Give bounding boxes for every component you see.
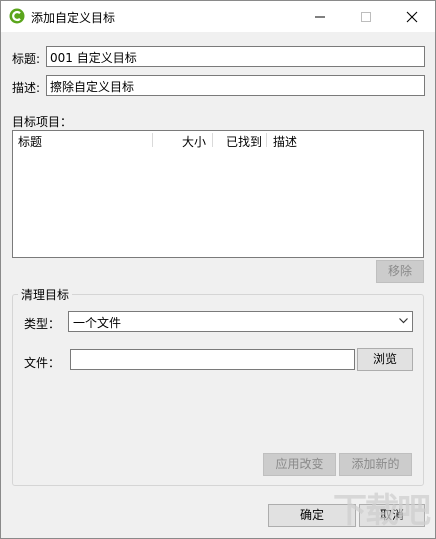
column-divider — [212, 133, 213, 147]
maximize-button[interactable] — [343, 1, 389, 32]
add-new-button[interactable]: 添加新的 — [339, 453, 412, 476]
column-divider — [266, 133, 267, 147]
remove-button[interactable]: 移除 — [376, 260, 424, 283]
clean-target-group-title: 清理目标 — [18, 286, 73, 303]
type-label: 类型： — [24, 317, 61, 331]
watermark: 下载吧 — [333, 491, 431, 531]
browse-button[interactable]: 浏览 — [357, 348, 413, 371]
title-label: 标题: — [12, 52, 41, 66]
column-divider — [152, 133, 153, 147]
minimize-icon — [315, 16, 325, 18]
type-select[interactable]: 一个文件 — [68, 311, 413, 332]
column-header-description[interactable]: 描述 — [273, 133, 297, 150]
description-input[interactable]: 擦除自定义目标 — [46, 75, 425, 96]
apply-changes-button[interactable]: 应用改变 — [263, 453, 336, 476]
maximize-icon — [361, 12, 371, 22]
target-items-label: 目标项目： — [12, 115, 73, 129]
column-header-size[interactable]: 大小 — [182, 133, 206, 150]
dialog-window: 添加自定义目标 标题: 001 自定义目标 描述: 擦除自定义目标 目标项目： … — [0, 0, 436, 539]
minimize-button[interactable] — [297, 1, 343, 32]
type-select-value: 一个文件 — [73, 316, 122, 330]
column-header-title[interactable]: 标题 — [18, 133, 42, 150]
column-header-found[interactable]: 已找到 — [226, 133, 262, 150]
chevron-down-icon — [399, 318, 408, 324]
title-input[interactable]: 001 自定义目标 — [46, 46, 425, 67]
title-bar: 添加自定义目标 — [1, 1, 435, 32]
close-button[interactable] — [389, 1, 435, 32]
file-input[interactable] — [70, 349, 355, 370]
app-logo-icon — [9, 8, 25, 24]
window-title: 添加自定义目标 — [31, 11, 116, 25]
description-label: 描述: — [12, 81, 41, 95]
target-items-list[interactable]: 标题 大小 已找到 描述 — [12, 130, 424, 258]
file-label: 文件： — [24, 356, 61, 370]
close-icon — [406, 11, 418, 23]
